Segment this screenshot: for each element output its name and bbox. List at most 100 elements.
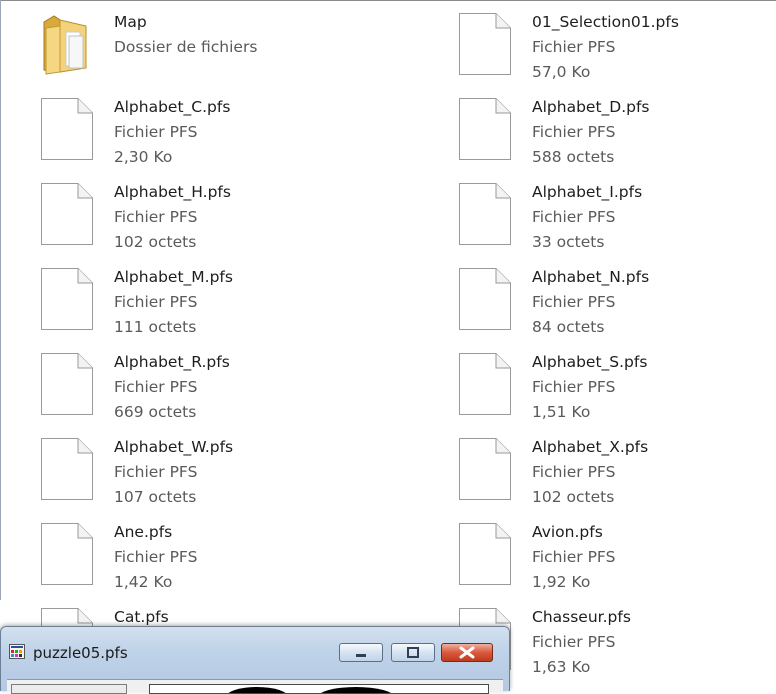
file-type: Dossier de fichiers xyxy=(114,38,258,56)
puzzle-canvas[interactable] xyxy=(149,684,489,694)
file-details: Alphabet_S.pfs Fichier PFS 1,51 Ko xyxy=(532,350,647,425)
side-panel xyxy=(11,684,127,694)
file-details: Alphabet_N.pfs Fichier PFS 84 octets xyxy=(532,265,649,340)
file-type: Fichier PFS xyxy=(532,208,616,226)
file-size: 102 octets xyxy=(114,233,197,251)
file-type: Fichier PFS xyxy=(114,548,198,566)
file-name: Alphabet_R.pfs xyxy=(114,353,230,371)
file-icon xyxy=(458,522,512,586)
file-details: Avion.pfs Fichier PFS 1,92 Ko xyxy=(532,520,615,595)
file-item[interactable]: Alphabet_S.pfs Fichier PFS 1,51 Ko xyxy=(458,350,776,421)
file-type: Fichier PFS xyxy=(114,293,198,311)
file-icon xyxy=(458,267,512,331)
file-details: 01_Selection01.pfs Fichier PFS 57,0 Ko xyxy=(532,10,679,85)
file-details: Chasseur.pfs Fichier PFS 1,63 Ko xyxy=(532,605,631,680)
file-icon xyxy=(458,97,512,161)
shape xyxy=(318,687,394,693)
file-size: 107 octets xyxy=(114,488,197,506)
file-details: Alphabet_W.pfs Fichier PFS 107 octets xyxy=(114,435,233,510)
file-type: Fichier PFS xyxy=(114,208,198,226)
file-item[interactable]: Alphabet_W.pfs Fichier PFS 107 octets xyxy=(40,435,370,506)
file-icon xyxy=(458,437,512,501)
file-size: 1,42 Ko xyxy=(114,573,173,591)
file-name: 01_Selection01.pfs xyxy=(532,13,679,31)
file-item[interactable]: Alphabet_X.pfs Fichier PFS 102 octets xyxy=(458,435,776,506)
file-name: Alphabet_I.pfs xyxy=(532,183,643,201)
file-icon xyxy=(40,437,94,501)
file-size: 57,0 Ko xyxy=(532,63,591,81)
file-name: Alphabet_S.pfs xyxy=(532,353,648,371)
file-name: Chasseur.pfs xyxy=(532,608,631,626)
file-name: Ane.pfs xyxy=(114,523,173,541)
minimize-icon xyxy=(356,654,366,657)
close-button[interactable] xyxy=(441,643,493,662)
window-body xyxy=(7,679,503,694)
file-type: Fichier PFS xyxy=(532,123,616,141)
file-icon xyxy=(40,97,94,161)
file-icon xyxy=(40,182,94,246)
file-item[interactable]: Alphabet_R.pfs Fichier PFS 669 octets xyxy=(40,350,370,421)
file-details: Alphabet_C.pfs Fichier PFS 2,30 Ko xyxy=(114,95,230,170)
file-details: Alphabet_H.pfs Fichier PFS 102 octets xyxy=(114,180,231,255)
file-icon xyxy=(458,182,512,246)
puzzle-window[interactable]: puzzle05.pfs xyxy=(0,626,510,694)
file-type: Fichier PFS xyxy=(532,293,616,311)
file-type: Fichier PFS xyxy=(532,38,616,56)
file-size: 102 octets xyxy=(532,488,615,506)
file-name: Alphabet_X.pfs xyxy=(532,438,649,456)
file-details: Alphabet_M.pfs Fichier PFS 111 octets xyxy=(114,265,233,340)
file-item[interactable]: Map Dossier de fichiers xyxy=(40,10,370,80)
file-item[interactable]: Avion.pfs Fichier PFS 1,92 Ko xyxy=(458,520,776,591)
file-item[interactable]: Alphabet_C.pfs Fichier PFS 2,30 Ko xyxy=(40,95,370,166)
file-type: Fichier PFS xyxy=(532,378,616,396)
file-type: Fichier PFS xyxy=(114,378,198,396)
maximize-button[interactable] xyxy=(391,643,435,662)
file-details: Alphabet_I.pfs Fichier PFS 33 octets xyxy=(532,180,642,255)
file-name: Alphabet_H.pfs xyxy=(114,183,231,201)
file-size: 1,63 Ko xyxy=(532,658,591,676)
file-name: Alphabet_M.pfs xyxy=(114,268,233,286)
left-border xyxy=(0,0,1,600)
file-item[interactable]: Alphabet_H.pfs Fichier PFS 102 octets xyxy=(40,180,370,251)
file-item[interactable]: Alphabet_N.pfs Fichier PFS 84 octets xyxy=(458,265,776,336)
file-name: Alphabet_N.pfs xyxy=(532,268,650,286)
minimize-button[interactable] xyxy=(339,643,383,662)
file-item[interactable]: Ane.pfs Fichier PFS 1,42 Ko xyxy=(40,520,370,591)
file-size: 1,92 Ko xyxy=(532,573,591,591)
file-icon xyxy=(40,522,94,586)
file-size: 111 octets xyxy=(114,318,197,336)
folder-icon xyxy=(40,12,94,76)
file-size: 1,51 Ko xyxy=(532,403,591,421)
file-icon xyxy=(40,352,94,416)
file-item[interactable]: Alphabet_M.pfs Fichier PFS 111 octets xyxy=(40,265,370,336)
top-border xyxy=(0,0,776,1)
maximize-icon xyxy=(407,647,419,658)
file-name: Avion.pfs xyxy=(532,523,603,541)
file-type: Fichier PFS xyxy=(532,633,616,651)
file-icon xyxy=(40,267,94,331)
file-type: Fichier PFS xyxy=(114,123,198,141)
file-name: Alphabet_D.pfs xyxy=(532,98,650,116)
file-name: Alphabet_W.pfs xyxy=(114,438,234,456)
file-item[interactable]: 01_Selection01.pfs Fichier PFS 57,0 Ko xyxy=(458,10,776,81)
file-name: Map xyxy=(114,13,147,31)
file-icon xyxy=(458,12,512,76)
file-item[interactable]: Alphabet_I.pfs Fichier PFS 33 octets xyxy=(458,180,776,251)
file-type: Fichier PFS xyxy=(114,463,198,481)
close-icon xyxy=(459,646,475,659)
file-size: 588 octets xyxy=(532,148,615,166)
file-details: Alphabet_D.pfs Fichier PFS 588 octets xyxy=(532,95,650,170)
file-size: 669 octets xyxy=(114,403,197,421)
file-details: Alphabet_R.pfs Fichier PFS 669 octets xyxy=(114,350,230,425)
app-icon xyxy=(9,644,25,659)
window-title: puzzle05.pfs xyxy=(33,644,128,662)
file-size: 2,30 Ko xyxy=(114,148,173,166)
file-size: 33 octets xyxy=(532,233,605,251)
file-size: 84 octets xyxy=(532,318,605,336)
file-details: Alphabet_X.pfs Fichier PFS 102 octets xyxy=(532,435,648,510)
file-details: Map Dossier de fichiers xyxy=(114,10,257,60)
shape xyxy=(226,687,288,693)
file-item[interactable]: Alphabet_D.pfs Fichier PFS 588 octets xyxy=(458,95,776,166)
file-details: Ane.pfs Fichier PFS 1,42 Ko xyxy=(114,520,197,595)
file-icon xyxy=(458,352,512,416)
